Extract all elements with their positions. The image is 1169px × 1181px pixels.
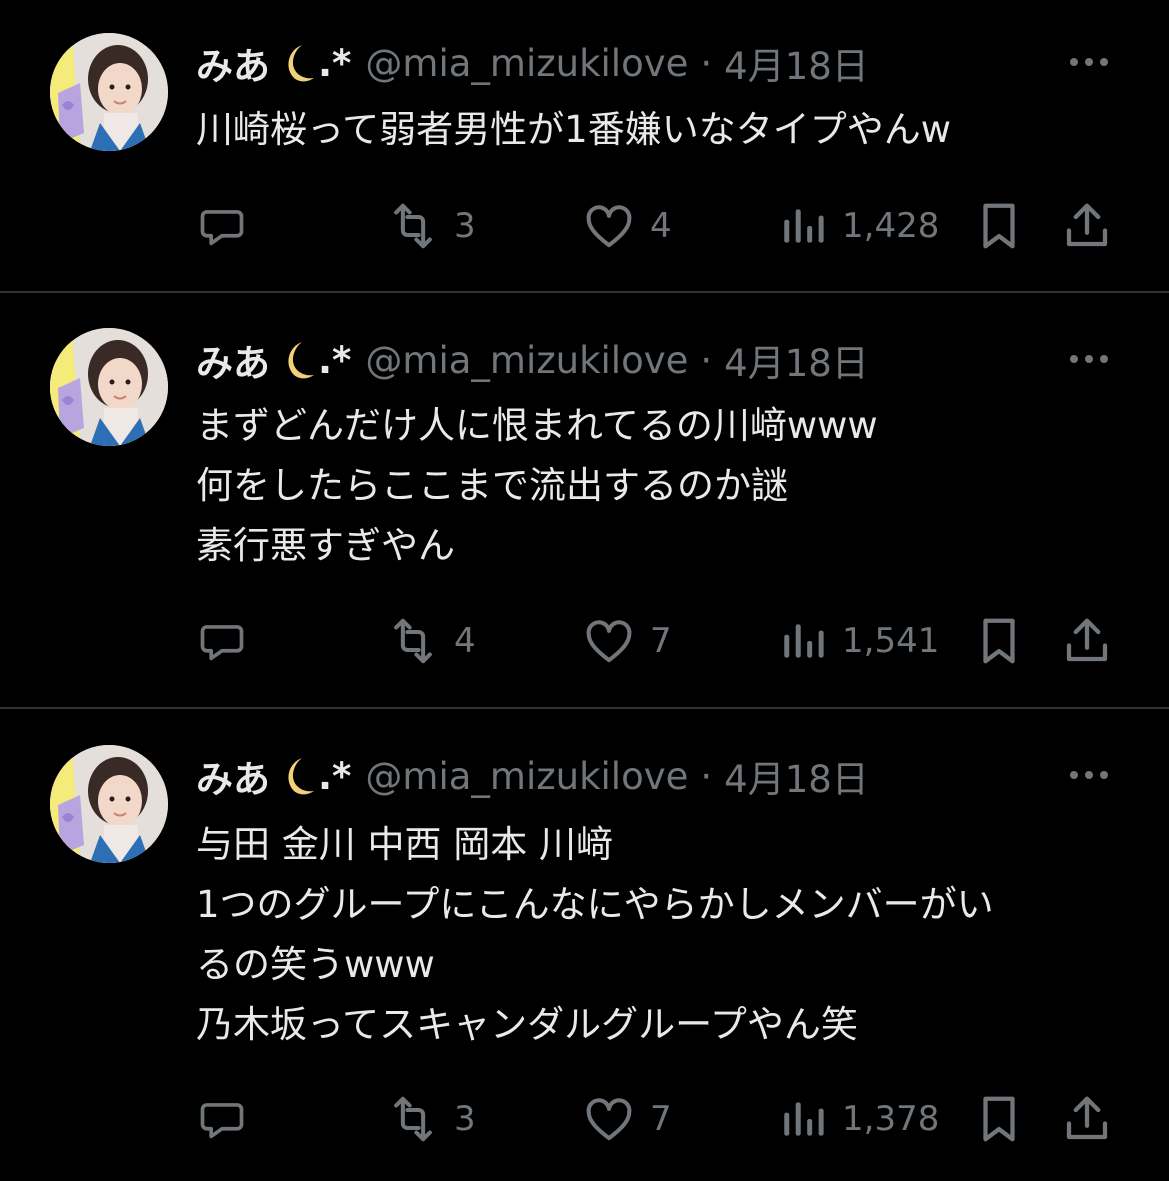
reply-button[interactable]	[196, 196, 262, 256]
heart-icon	[586, 620, 632, 663]
user-handle[interactable]: @mia_mizukilove	[365, 755, 688, 798]
tweet-date[interactable]: 4月18日	[724, 749, 869, 803]
reply-button[interactable]	[196, 1089, 262, 1149]
reply-icon	[200, 1103, 244, 1139]
action-bar: 3 7 1,378	[196, 1089, 1116, 1149]
tweet-text-line: 川崎桜って弱者男性が1番嫌いなタイプやんw	[196, 108, 951, 151]
avatar[interactable]	[50, 33, 168, 151]
share-icon	[1066, 1096, 1108, 1140]
tweet-header: みあ .* @mia_mizukilove · 4月18日	[196, 36, 869, 90]
views-count: 1,541	[842, 621, 940, 661]
share-button[interactable]	[1060, 196, 1114, 256]
name-suffix: .*	[318, 41, 352, 85]
bookmark-icon	[983, 618, 1015, 664]
like-button[interactable]: 7	[582, 1089, 672, 1149]
name-suffix: .*	[318, 754, 352, 798]
share-button[interactable]	[1060, 1089, 1114, 1149]
action-bar: 4 7 1,541	[196, 611, 1116, 671]
like-count: 7	[650, 1099, 672, 1139]
crescent-moon-icon	[276, 339, 316, 381]
bookmark-button[interactable]	[972, 1089, 1026, 1149]
heart-icon	[586, 1098, 632, 1141]
display-name[interactable]: みあ	[196, 36, 270, 90]
share-icon	[1066, 203, 1108, 247]
separator-dot: ·	[700, 338, 713, 382]
separator-dot: ·	[700, 754, 713, 798]
tweet-text: まずどんだけ人に恨まれてるの川﨑www 何をしたらここまで流出するのか謎 素行悪…	[196, 396, 1116, 576]
avatar[interactable]	[50, 328, 168, 446]
bookmark-icon	[983, 1096, 1015, 1142]
tweet-date[interactable]: 4月18日	[724, 36, 869, 90]
retweet-icon	[394, 1096, 432, 1142]
views-count: 1,378	[842, 1099, 940, 1139]
tweet-text-line: 何をしたらここまで流出するのか謎	[196, 464, 788, 507]
reply-icon	[200, 625, 244, 661]
bookmark-button[interactable]	[972, 611, 1026, 671]
views-chart-icon	[784, 1102, 824, 1136]
views-button[interactable]: 1,428	[778, 196, 939, 256]
crescent-moon-icon	[276, 42, 316, 84]
retweet-button[interactable]: 3	[386, 1089, 476, 1149]
tweet[interactable]: みあ .* @mia_mizukilove · 4月18日 まずどんだけ人に恨ま…	[0, 293, 1169, 707]
retweet-icon	[394, 618, 432, 664]
display-name[interactable]: みあ	[196, 749, 270, 803]
user-handle[interactable]: @mia_mizukilove	[365, 42, 688, 85]
action-bar: 3 4 1,428	[196, 196, 1116, 256]
retweet-button[interactable]: 4	[386, 611, 476, 671]
avatar[interactable]	[50, 745, 168, 863]
tweet-text-line: 乃木坂ってスキャンダルグループやん笑	[196, 1003, 858, 1046]
tweet[interactable]: みあ .* @mia_mizukilove · 4月18日 与田 金川 中西 岡…	[0, 709, 1169, 1181]
more-options-icon[interactable]	[1067, 765, 1111, 785]
retweet-count: 4	[454, 621, 476, 661]
views-count: 1,428	[842, 206, 940, 246]
like-count: 7	[650, 621, 672, 661]
retweet-count: 3	[454, 206, 476, 246]
retweet-icon	[394, 203, 432, 249]
share-icon	[1066, 618, 1108, 662]
heart-icon	[586, 205, 632, 248]
user-handle[interactable]: @mia_mizukilove	[365, 339, 688, 382]
tweet-text: 川崎桜って弱者男性が1番嫌いなタイプやんw	[196, 100, 1116, 160]
avatar-image	[50, 328, 168, 446]
more-options-icon[interactable]	[1067, 349, 1111, 369]
separator-dot: ·	[700, 41, 713, 85]
views-button[interactable]: 1,541	[778, 611, 939, 671]
tweet-date[interactable]: 4月18日	[724, 333, 869, 387]
tweet-text-line: 素行悪すぎやん	[196, 524, 455, 567]
avatar-image	[50, 745, 168, 863]
views-button[interactable]: 1,378	[778, 1089, 939, 1149]
tweet-text-line: るの笑うwww	[196, 943, 435, 986]
bookmark-icon	[983, 203, 1015, 249]
like-count: 4	[650, 206, 672, 246]
like-button[interactable]: 4	[582, 196, 672, 256]
like-button[interactable]: 7	[582, 611, 672, 671]
name-suffix: .*	[318, 338, 352, 382]
tweet[interactable]: みあ .* @mia_mizukilove · 4月18日 川崎桜って弱者男性が…	[0, 0, 1169, 292]
more-options-icon[interactable]	[1067, 52, 1111, 72]
views-chart-icon	[784, 624, 824, 658]
crescent-moon-icon	[276, 755, 316, 797]
reply-icon	[200, 210, 244, 246]
display-name[interactable]: みあ	[196, 333, 270, 387]
reply-button[interactable]	[196, 611, 262, 671]
bookmark-button[interactable]	[972, 196, 1026, 256]
views-chart-icon	[784, 209, 824, 243]
retweet-count: 3	[454, 1099, 476, 1139]
tweet-header: みあ .* @mia_mizukilove · 4月18日	[196, 749, 869, 803]
tweet-header: みあ .* @mia_mizukilove · 4月18日	[196, 333, 869, 387]
tweet-text-line: 1つのグループにこんなにやらかしメンバーがい	[196, 883, 994, 926]
tweet-text-line: まずどんだけ人に恨まれてるの川﨑www	[196, 404, 878, 447]
avatar-image	[50, 33, 168, 151]
retweet-button[interactable]: 3	[386, 196, 476, 256]
tweet-text-line: 与田 金川 中西 岡本 川﨑	[196, 823, 614, 866]
tweet-text: 与田 金川 中西 岡本 川﨑 1つのグループにこんなにやらかしメンバーがい るの…	[196, 815, 1116, 1055]
share-button[interactable]	[1060, 611, 1114, 671]
